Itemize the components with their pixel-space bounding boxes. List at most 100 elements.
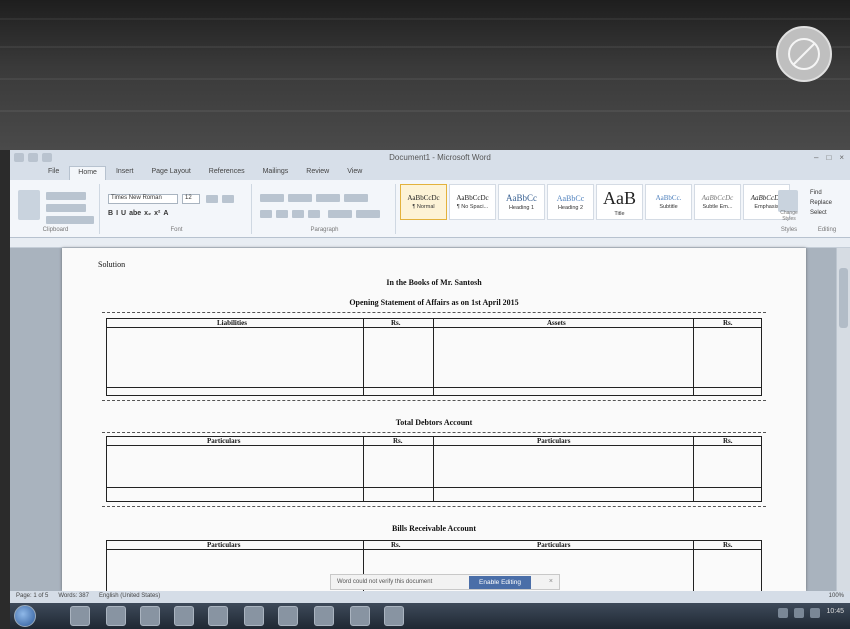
close-button[interactable]: × <box>839 153 844 162</box>
quick-access-toolbar <box>14 153 52 162</box>
cut-button[interactable] <box>46 192 86 200</box>
word-icon[interactable] <box>208 606 228 626</box>
tab-home[interactable]: Home <box>69 166 106 180</box>
shading-button[interactable] <box>356 210 380 218</box>
replace-button[interactable]: Replace <box>810 198 832 208</box>
style-name: ¶ Normal <box>412 204 435 210</box>
style-sample: AaBbCc <box>556 193 585 203</box>
vertical-scrollbar[interactable] <box>836 248 850 591</box>
style-no-spacing[interactable]: AaBbCcDc ¶ No Spaci... <box>449 184 496 220</box>
word-count[interactable]: Words: 387 <box>58 593 89 601</box>
grow-font-button[interactable] <box>206 195 218 203</box>
change-styles-label[interactable]: Change Styles <box>774 210 804 222</box>
enable-editing-button[interactable]: Enable Editing <box>469 576 531 589</box>
italic-button[interactable]: I <box>116 210 118 217</box>
style-name: Heading 2 <box>557 204 584 211</box>
style-sample: AaBbCcDc <box>456 194 489 202</box>
statement-of-affairs-table[interactable]: Liabilities Rs. Assets Rs. <box>106 318 762 396</box>
tab-review[interactable]: Review <box>298 166 337 180</box>
volume-icon[interactable] <box>794 608 805 618</box>
window-title: Document1 - Microsoft Word <box>389 153 491 162</box>
style-sample: AaBbCc <box>506 193 537 203</box>
tab-insert[interactable]: Insert <box>108 166 142 180</box>
page-count[interactable]: Page: 1 of 5 <box>16 593 48 601</box>
clock[interactable]: 10:45 <box>826 608 844 618</box>
shrink-font-button[interactable] <box>222 195 234 203</box>
scroll-thumb[interactable] <box>839 268 848 328</box>
header-rs: Rs. <box>391 319 401 327</box>
taskbar: 10:45 <box>10 603 850 629</box>
system-tray: 10:45 <box>778 608 844 618</box>
header-particulars: Particulars <box>207 437 241 445</box>
indent-button[interactable] <box>316 194 340 202</box>
sort-button[interactable] <box>344 194 368 202</box>
style-subtitle[interactable]: AaBbCc. Subtitle <box>645 184 692 220</box>
maximize-button[interactable]: □ <box>826 153 831 162</box>
language-indicator[interactable]: English (United States) <box>99 593 160 601</box>
tab-page-layout[interactable]: Page Layout <box>143 166 198 180</box>
ribbon: Clipboard Times New Roman 12 B I U abe x… <box>10 180 850 238</box>
undo-icon[interactable] <box>42 153 52 162</box>
explorer-icon[interactable] <box>70 606 90 626</box>
bold-button[interactable]: B <box>108 210 113 217</box>
tab-mailings[interactable]: Mailings <box>255 166 297 180</box>
title-bar: Document1 - Microsoft Word – □ × <box>10 150 850 166</box>
pdf-reader-icon[interactable] <box>278 606 298 626</box>
network-icon[interactable] <box>778 608 789 618</box>
debtors-account-table[interactable]: Particulars Rs. Particulars Rs. <box>106 436 762 502</box>
browser-icon[interactable] <box>314 606 334 626</box>
media-player-icon[interactable] <box>106 606 126 626</box>
align-right-button[interactable] <box>292 210 304 218</box>
start-button-icon[interactable] <box>14 605 36 627</box>
app-icon[interactable] <box>140 606 160 626</box>
zoom-level[interactable]: 100% <box>829 593 844 601</box>
font-color-button[interactable]: A <box>163 210 168 217</box>
document-page[interactable]: Solution In the Books of Mr. Santosh Ope… <box>62 248 806 600</box>
bullets-button[interactable] <box>260 194 284 202</box>
copy-button[interactable] <box>46 204 86 212</box>
underline-button[interactable]: U <box>121 210 126 217</box>
superscript-button[interactable]: x² <box>154 210 160 217</box>
styles-gallery: AaBbCcDc ¶ Normal AaBbCcDc ¶ No Spaci...… <box>400 184 790 234</box>
chrome-icon[interactable] <box>244 606 264 626</box>
change-styles-icon[interactable] <box>778 190 798 212</box>
scanline <box>0 78 850 80</box>
style-heading-1[interactable]: AaBbCc Heading 1 <box>498 184 545 220</box>
style-heading-2[interactable]: AaBbCc Heading 2 <box>547 184 594 220</box>
justify-button[interactable] <box>308 210 320 218</box>
folder-icon[interactable] <box>350 606 370 626</box>
style-name: Subtitle <box>659 204 678 210</box>
numbering-button[interactable] <box>288 194 312 202</box>
minimize-button[interactable]: – <box>814 153 818 162</box>
font-size-select[interactable]: 12 <box>182 194 200 204</box>
style-title[interactable]: AaB Title <box>596 184 643 220</box>
header-particulars: Particulars <box>537 541 571 549</box>
strikethrough-button[interactable]: abe <box>129 210 141 217</box>
style-subtle-emphasis[interactable]: AaBbCcDc Subtle Em... <box>694 184 741 220</box>
word-logo-icon[interactable] <box>14 153 24 162</box>
document-title: In the Books of Mr. Santosh <box>386 278 482 287</box>
column-divider <box>363 319 364 395</box>
tab-file[interactable]: File <box>40 166 67 180</box>
opening-statement-heading: Opening Statement of Affairs as on 1st A… <box>349 298 519 307</box>
style-normal[interactable]: AaBbCcDc ¶ Normal <box>400 184 447 220</box>
network-app-icon[interactable] <box>384 606 404 626</box>
battery-icon[interactable] <box>810 608 821 618</box>
tab-view[interactable]: View <box>339 166 370 180</box>
paint-icon[interactable] <box>174 606 194 626</box>
header-liabilities: Liabilities <box>217 319 247 327</box>
clipboard-group: Clipboard <box>12 184 100 234</box>
line-spacing-button[interactable] <box>328 210 352 218</box>
tab-references[interactable]: References <box>201 166 253 180</box>
align-left-button[interactable] <box>260 210 272 218</box>
horizontal-ruler[interactable] <box>10 238 850 248</box>
find-button[interactable]: Find <box>810 188 832 198</box>
paste-button[interactable] <box>18 190 40 220</box>
format-painter-button[interactable] <box>46 216 94 224</box>
close-notification-button[interactable]: × <box>549 578 553 585</box>
save-icon[interactable] <box>28 153 38 162</box>
select-button[interactable]: Select <box>810 208 832 218</box>
align-center-button[interactable] <box>276 210 288 218</box>
font-name-select[interactable]: Times New Roman <box>108 194 178 204</box>
subscript-button[interactable]: x₂ <box>144 210 151 217</box>
